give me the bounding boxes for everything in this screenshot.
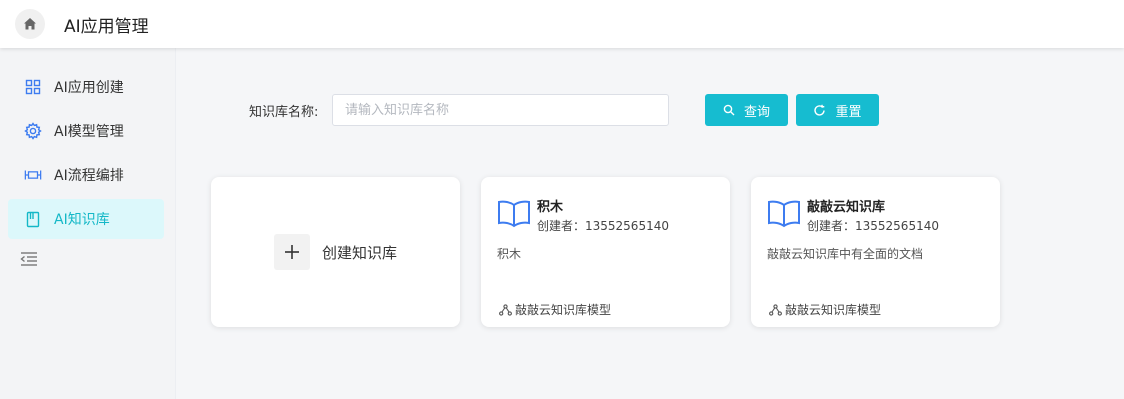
sidebar: AI应用创建 AI模型管理 AI流程编排 AI知识库 [0,48,176,399]
knowledge-name: 积木 [537,200,564,215]
home-button[interactable] [15,9,45,39]
knowledge-model: 敲敲云知识库模型 [769,301,881,318]
search-icon [723,104,735,116]
home-icon [24,18,36,30]
open-book-icon [497,199,531,233]
knowledge-creator: 创建者：13552565140 [807,219,939,233]
app-title: AI应用管理 [64,16,149,37]
knowledge-card[interactable]: 积木 创建者：13552565140 积木 敲敲云知识库模型 [481,177,730,327]
sidebar-item-ai-model-manage[interactable]: AI模型管理 [8,111,164,151]
grid-icon [24,78,42,96]
model-node-icon [769,303,782,316]
knowledge-model: 敲敲云知识库模型 [499,301,611,318]
sidebar-item-label: AI知识库 [54,212,110,228]
query-button-label: 查询 [743,103,770,119]
create-knowledge-card[interactable]: 创建知识库 [211,177,460,327]
knowledge-description: 敲敲云知识库中有全面的文档 [767,247,924,261]
sidebar-item-label: AI模型管理 [54,124,124,140]
knowledge-name-search-input[interactable] [332,94,669,126]
create-knowledge-label: 创建知识库 [321,243,397,262]
plus-icon [273,234,310,270]
reset-button[interactable]: 重置 [796,94,879,126]
top-header: AI应用管理 [0,0,1124,48]
knowledge-name: 敲敲云知识库 [807,200,886,215]
search-label: 知识库名称: [249,105,319,120]
sidebar-item-ai-app-create[interactable]: AI应用创建 [8,67,164,107]
open-book-icon [767,199,801,233]
gear-icon [24,122,42,140]
knowledge-card[interactable]: 敲敲云知识库 创建者：13552565140 敲敲云知识库中有全面的文档 敲敲云… [751,177,1000,327]
sidebar-item-label: AI流程编排 [54,168,124,184]
knowledge-model-label: 敲敲云知识库模型 [515,303,612,317]
collapse-menu-icon[interactable] [20,251,38,270]
book-icon [24,210,42,228]
sidebar-item-ai-flow[interactable]: AI流程编排 [8,155,164,195]
knowledge-description: 积木 [497,247,522,261]
refresh-icon [813,104,826,117]
flow-icon [24,166,42,184]
sidebar-item-label: AI应用创建 [54,80,124,96]
model-node-icon [499,303,512,316]
query-button[interactable]: 查询 [705,94,788,126]
knowledge-creator: 创建者：13552565140 [537,219,669,233]
reset-button-label: 重置 [835,103,862,119]
sidebar-item-ai-knowledge[interactable]: AI知识库 [8,199,164,239]
knowledge-model-label: 敲敲云知识库模型 [785,303,882,317]
